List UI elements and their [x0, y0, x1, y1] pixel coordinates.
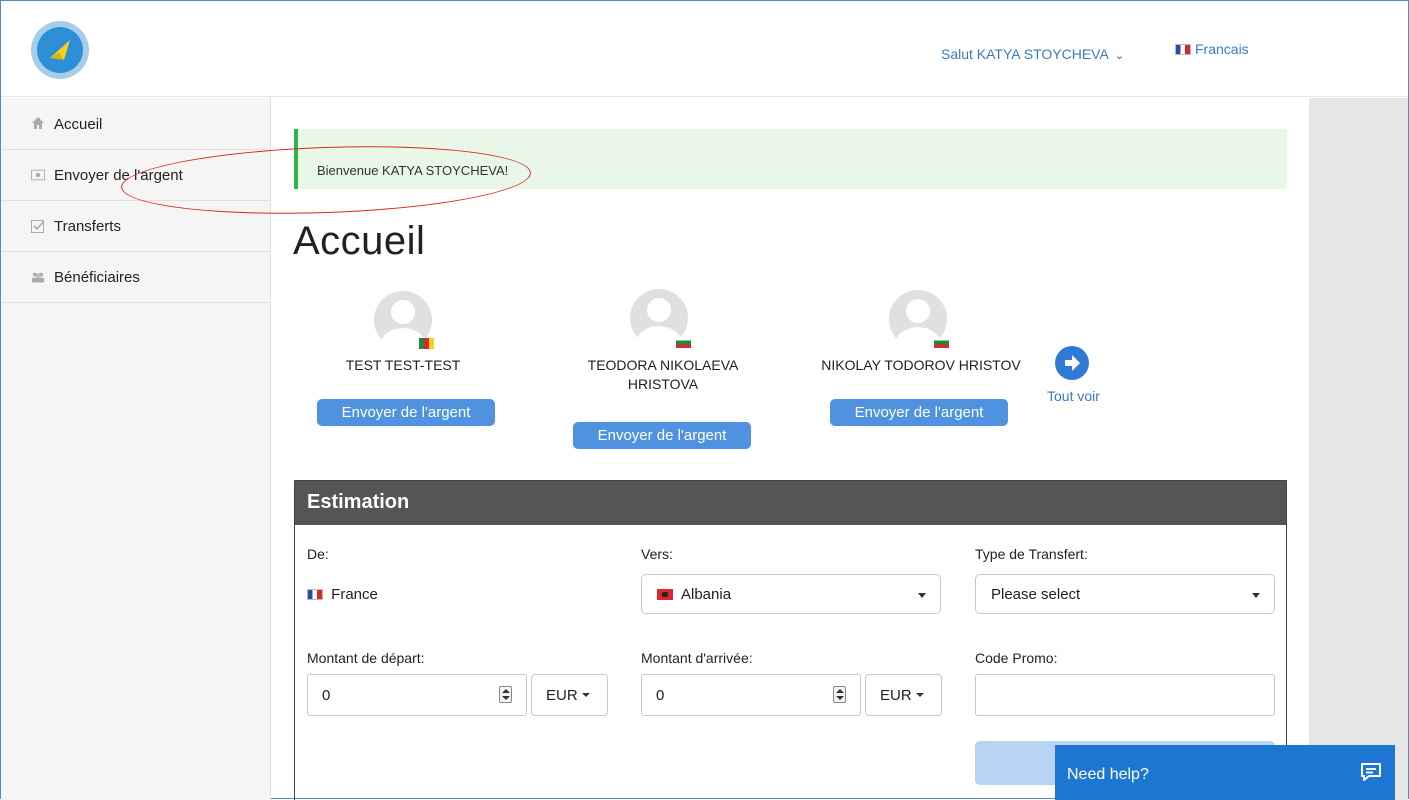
- to-label: Vers:: [641, 546, 673, 562]
- promo-input[interactable]: [975, 674, 1275, 716]
- destination-select[interactable]: Albania: [641, 574, 941, 614]
- help-label: Need help?: [1067, 766, 1149, 783]
- sidebar-item-label: Transferts: [54, 217, 121, 235]
- send-money-button[interactable]: Envoyer de l'argent: [573, 422, 751, 449]
- sidebar-item-send-money[interactable]: Envoyer de l'argent: [1, 150, 270, 201]
- send-amount-input[interactable]: 0: [307, 674, 527, 716]
- sidebar-item-accueil[interactable]: Accueil: [1, 98, 270, 150]
- france-flag-icon: [307, 589, 323, 600]
- top-header: Salut KATYA STOYCHEVA ⌄ Francais: [1, 1, 1408, 97]
- send-currency-dropdown[interactable]: EUR: [531, 674, 608, 716]
- chevron-down-icon: ⌄: [1114, 50, 1125, 62]
- check-square-icon: [31, 219, 45, 233]
- from-value: France: [307, 586, 378, 603]
- send-money-button[interactable]: Envoyer de l'argent: [317, 399, 495, 426]
- paper-plane-icon: [37, 27, 83, 73]
- send-amount-value: 0: [322, 686, 331, 704]
- caret-down-icon: [1252, 593, 1260, 598]
- transfer-type-label: Type de Transfert:: [975, 546, 1088, 562]
- destination-value: Albania: [681, 585, 732, 603]
- language-switcher[interactable]: Francais: [1175, 41, 1249, 57]
- receive-amount-label: Montant d'arrivée:: [641, 650, 753, 666]
- receive-currency-value: EUR: [880, 686, 912, 704]
- cameroon-flag-icon: [419, 338, 434, 349]
- receive-amount-value: 0: [656, 686, 665, 704]
- caret-down-icon: [915, 693, 924, 697]
- welcome-alert: Bienvenue KATYA STOYCHEVA!: [294, 129, 1287, 189]
- sidebar-item-label: Bénéficiaires: [54, 268, 140, 286]
- send-amount-label: Montant de départ:: [307, 650, 425, 666]
- users-icon: [31, 270, 45, 284]
- see-all-link[interactable]: Tout voir: [1047, 388, 1100, 404]
- money-icon: [31, 168, 45, 182]
- beneficiary-name: NIKOLAY TODOROV HRISTOV: [821, 357, 1021, 373]
- transfer-type-value: Please select: [991, 585, 1081, 603]
- beneficiary-name: TEST TEST-TEST: [345, 357, 461, 373]
- help-chat-widget[interactable]: Need help?: [1055, 745, 1395, 800]
- bulgaria-flag-icon: [934, 337, 949, 348]
- sidebar-item-label: Envoyer de l'argent: [54, 166, 183, 184]
- home-icon: [31, 116, 45, 130]
- right-gutter: [1309, 98, 1408, 800]
- language-label: Francais: [1195, 41, 1249, 57]
- caret-down-icon: [918, 593, 926, 598]
- bulgaria-flag-icon: [676, 337, 691, 348]
- albania-flag-icon: [657, 588, 673, 600]
- receive-currency-dropdown[interactable]: EUR: [865, 674, 942, 716]
- spinner-icon[interactable]: [499, 686, 512, 703]
- send-money-button[interactable]: Envoyer de l'argent: [830, 399, 1008, 426]
- from-label: De:: [307, 546, 329, 562]
- receive-amount-input[interactable]: 0: [641, 674, 861, 716]
- app-logo[interactable]: [31, 21, 89, 79]
- beneficiary-name: TEODORA NIKOLAEVA HRISTOVA: [587, 357, 739, 392]
- send-currency-value: EUR: [546, 686, 578, 704]
- transfer-type-select[interactable]: Please select: [975, 574, 1275, 614]
- caret-down-icon: [581, 693, 590, 697]
- arrow-right-circle-icon[interactable]: [1055, 346, 1089, 380]
- sidebar-item-transferts[interactable]: Transferts: [1, 201, 270, 252]
- user-greeting: Salut KATYA STOYCHEVA: [941, 46, 1109, 62]
- from-country: France: [331, 586, 378, 603]
- page-title: Accueil: [293, 219, 426, 263]
- welcome-alert-text: Bienvenue KATYA STOYCHEVA!: [317, 163, 509, 178]
- sidebar-item-beneficiaires[interactable]: Bénéficiaires: [1, 252, 270, 303]
- sidebar: Accueil Envoyer de l'argent Transferts B…: [1, 98, 271, 800]
- user-menu[interactable]: Salut KATYA STOYCHEVA ⌄: [941, 46, 1124, 62]
- france-flag-icon: [1175, 44, 1191, 55]
- sidebar-item-label: Accueil: [54, 116, 103, 133]
- estimation-title: Estimation: [295, 481, 1286, 525]
- chat-icon: [1361, 763, 1381, 781]
- spinner-icon[interactable]: [833, 686, 846, 703]
- promo-label: Code Promo:: [975, 650, 1058, 666]
